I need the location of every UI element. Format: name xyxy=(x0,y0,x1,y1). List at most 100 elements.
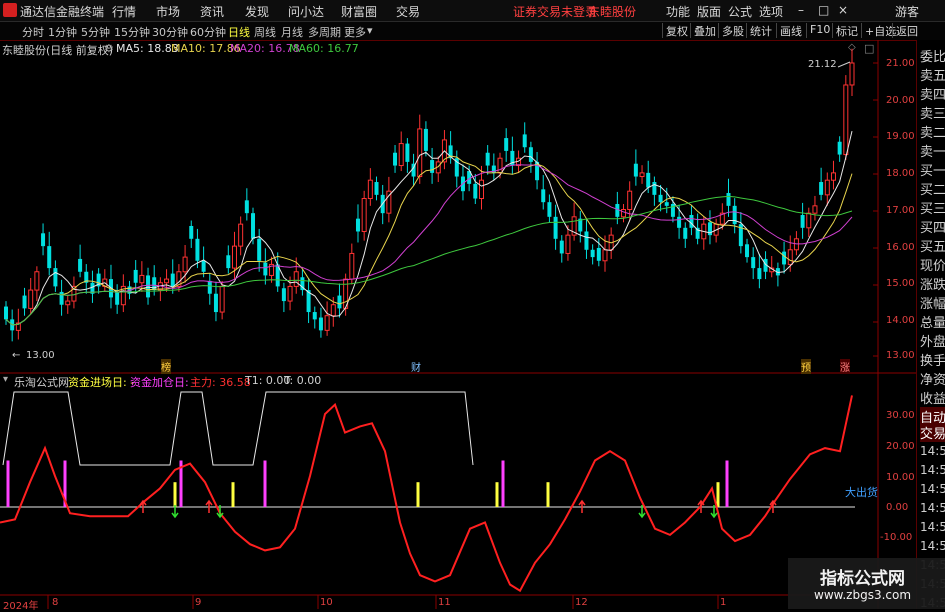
huaxian-button[interactable]: 画线 xyxy=(776,23,802,38)
tab-5min[interactable]: 5分钟 xyxy=(81,24,110,40)
candle-body xyxy=(189,225,194,239)
indicator-panel xyxy=(0,391,855,593)
quote-field-10: 买五 xyxy=(920,240,945,255)
candle-body xyxy=(59,291,64,305)
fuquan-button[interactable]: 复权 xyxy=(662,23,688,38)
tab-more[interactable]: 更多 xyxy=(344,24,366,40)
chart-grid xyxy=(0,40,916,609)
chart-canvas[interactable] xyxy=(0,40,916,609)
candle-body xyxy=(337,295,342,309)
diejia-button[interactable]: 叠加 xyxy=(690,23,716,38)
signal-bar xyxy=(416,482,420,507)
ind-tick-0: 0.00 xyxy=(886,502,909,513)
add-watchlist-button[interactable]: +自选 xyxy=(861,23,896,38)
candle-body xyxy=(53,268,58,287)
candle-body xyxy=(207,280,212,294)
candlesticks xyxy=(4,48,855,342)
menu-item-zixun[interactable]: 资讯 xyxy=(200,3,224,20)
tab-daily[interactable]: 日线 xyxy=(228,24,250,40)
menu-item-gongneng[interactable]: 功能 xyxy=(666,3,690,20)
ma20-line xyxy=(5,164,853,326)
tongji-button[interactable]: 统计 xyxy=(746,23,772,38)
price-tick-18: 18.00 xyxy=(886,168,915,179)
back-button[interactable]: 返回 xyxy=(892,23,918,38)
menu-item-wenxiaoda[interactable]: 问小达 xyxy=(288,3,324,20)
menu-item-xuanxiang[interactable]: 选项 xyxy=(759,3,783,20)
menu-item-jiaoyi[interactable]: 交易 xyxy=(396,3,420,20)
event-marker-yu[interactable]: 预 xyxy=(801,359,811,374)
candle-body xyxy=(287,285,293,302)
candle-body xyxy=(226,255,231,269)
biaoji-button[interactable]: 标记 xyxy=(832,23,858,38)
tab-15min[interactable]: 15分钟 xyxy=(114,24,150,40)
watermark: 指标公式网 www.zbgs3.com xyxy=(788,558,945,609)
menu-item-banmian[interactable]: 版面 xyxy=(697,3,721,20)
tab-weekly[interactable]: 周线 xyxy=(254,24,276,40)
candle-body xyxy=(330,304,336,317)
candle-body xyxy=(374,182,379,195)
ma60-line xyxy=(5,195,853,326)
candle-body xyxy=(849,62,855,86)
candle-body xyxy=(293,271,299,287)
event-marker-bang[interactable]: 榜 xyxy=(161,359,171,374)
candle-body xyxy=(405,143,410,162)
event-marker-cai[interactable]: 财 xyxy=(411,359,421,374)
candle-body xyxy=(423,128,428,151)
event-marker-zhang[interactable]: 涨 xyxy=(840,359,850,374)
minimize-button[interactable]: – xyxy=(798,3,804,17)
quote-field-15: 外盘 xyxy=(920,335,945,350)
quote-field-8: 买三 xyxy=(920,202,945,217)
candle-body xyxy=(478,179,484,200)
price-tick-15: 15.00 xyxy=(886,278,915,289)
chevron-down-icon[interactable]: ▾ xyxy=(367,24,373,37)
quote-field-12: 涨跌 xyxy=(920,278,945,293)
quote-field-0: 委比 xyxy=(920,50,945,65)
candle-body xyxy=(47,246,52,269)
candle-body xyxy=(238,223,244,247)
indicator-collapse-icon[interactable]: ▾ xyxy=(3,374,8,385)
menu-item-faxian[interactable]: 发现 xyxy=(245,3,269,20)
duogu-button[interactable]: 多股 xyxy=(718,23,744,38)
menu-item-shichang[interactable]: 市场 xyxy=(156,3,180,20)
candle-body xyxy=(553,216,558,239)
tab-monthly[interactable]: 月线 xyxy=(281,24,303,40)
menu-item-caifuquan[interactable]: 财富圈 xyxy=(341,3,377,20)
date-tick-9: 9 xyxy=(195,597,202,608)
watermark-url: www.zbgs3.com xyxy=(814,588,912,602)
quote-field-17: 净资 xyxy=(920,373,945,388)
candle-body xyxy=(584,231,589,250)
tab-multi[interactable]: 多周期 xyxy=(308,24,341,40)
quote-field-22: 14:56 xyxy=(920,463,945,477)
zhuli-line xyxy=(0,395,853,593)
tab-1min[interactable]: 1分钟 xyxy=(48,24,77,40)
candle-body xyxy=(652,182,657,195)
maximize-button[interactable]: □ xyxy=(818,3,829,17)
signal-bar xyxy=(546,482,550,507)
candle-body xyxy=(726,193,731,206)
tab-30min[interactable]: 30分钟 xyxy=(152,24,188,40)
close-button[interactable]: × xyxy=(838,3,848,17)
date-tick-12: 12 xyxy=(575,597,588,608)
tab-fenshi[interactable]: 分时 xyxy=(22,24,44,40)
candle-body xyxy=(417,128,423,178)
candle-body xyxy=(646,172,651,188)
quote-field-13: 涨幅 xyxy=(920,297,945,312)
guest-label[interactable]: 游客 xyxy=(895,3,919,20)
signal-bar xyxy=(725,460,729,507)
candle-body xyxy=(22,295,27,309)
tab-60min[interactable]: 60分钟 xyxy=(190,24,226,40)
candle-body xyxy=(528,147,533,162)
price-tick-13: 13.00 xyxy=(886,350,915,361)
candle-body xyxy=(522,134,527,148)
candle-body xyxy=(251,213,256,239)
menu-item-gongshi[interactable]: 公式 xyxy=(728,3,752,20)
login-notice[interactable]: 证券交易未登录 xyxy=(513,3,597,20)
quote-field-20: 交易 xyxy=(920,423,945,442)
candle-body xyxy=(627,190,633,210)
candle-body xyxy=(658,194,663,203)
f10-button[interactable]: F10 xyxy=(806,23,830,38)
signal-bar xyxy=(716,482,720,507)
candle-body xyxy=(787,249,793,265)
candle-body xyxy=(257,238,262,261)
menu-item-hangqing[interactable]: 行情 xyxy=(112,3,136,20)
